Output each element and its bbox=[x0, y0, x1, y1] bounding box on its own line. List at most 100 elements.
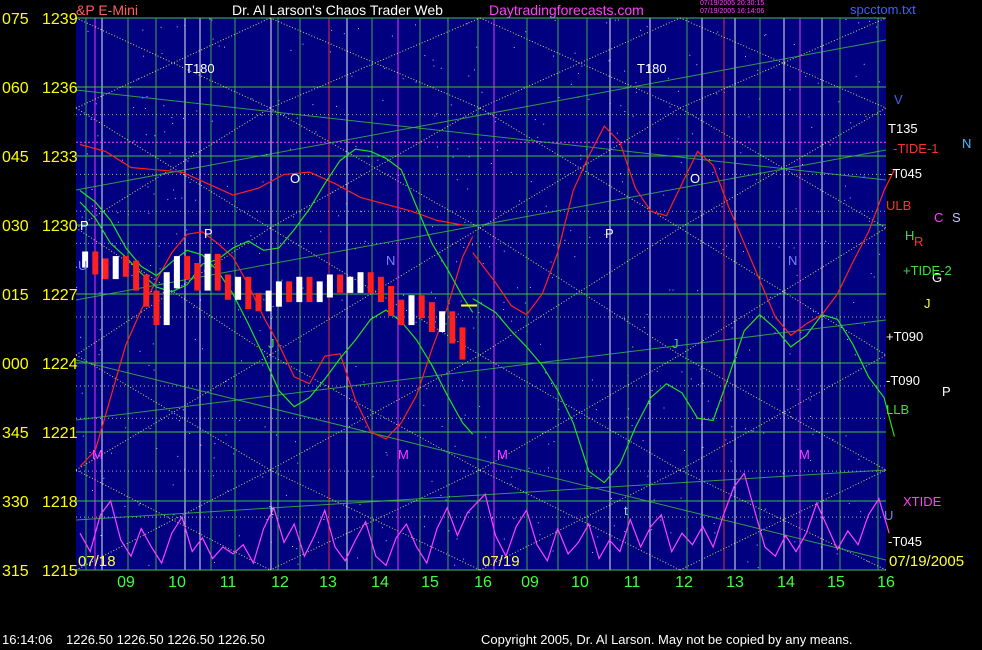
star bbox=[463, 470, 465, 472]
star bbox=[402, 78, 404, 80]
star bbox=[358, 28, 359, 30]
star bbox=[225, 434, 227, 436]
star bbox=[117, 221, 119, 223]
y-price-label: 1224 bbox=[42, 356, 78, 373]
star bbox=[574, 52, 576, 54]
star bbox=[789, 353, 791, 355]
star bbox=[503, 250, 505, 252]
star bbox=[495, 121, 497, 123]
star bbox=[595, 409, 597, 411]
star bbox=[680, 497, 682, 499]
star bbox=[153, 369, 155, 371]
star bbox=[262, 476, 264, 478]
star bbox=[745, 428, 747, 430]
star bbox=[91, 205, 93, 207]
y-price-label: 1236 bbox=[42, 80, 78, 97]
star bbox=[795, 208, 797, 210]
date-label: 07/18 bbox=[78, 553, 116, 570]
star bbox=[153, 193, 155, 195]
star bbox=[179, 420, 181, 422]
star bbox=[577, 72, 579, 74]
star bbox=[125, 427, 127, 429]
star bbox=[696, 64, 698, 66]
star bbox=[860, 511, 862, 513]
star bbox=[855, 75, 857, 77]
star bbox=[677, 138, 679, 140]
site-link[interactable]: Daytradingforecasts.com bbox=[489, 2, 644, 18]
star bbox=[212, 38, 214, 40]
star bbox=[139, 350, 141, 352]
star bbox=[461, 418, 463, 420]
star bbox=[176, 26, 178, 28]
star bbox=[432, 226, 433, 228]
star bbox=[213, 457, 215, 459]
star bbox=[643, 327, 645, 329]
star bbox=[440, 67, 442, 69]
price-bar bbox=[398, 299, 405, 326]
x-tick-label: 13 bbox=[726, 574, 744, 591]
star bbox=[684, 449, 685, 451]
star bbox=[640, 29, 641, 31]
star bbox=[424, 515, 426, 517]
star bbox=[636, 91, 637, 93]
right-label: +TIDE-2 bbox=[903, 263, 952, 278]
y-price-label: 1233 bbox=[42, 149, 78, 166]
star bbox=[76, 266, 77, 268]
price-bar bbox=[296, 276, 303, 303]
price-bar bbox=[92, 251, 99, 275]
star bbox=[415, 321, 417, 323]
price-bar bbox=[428, 302, 435, 332]
star bbox=[133, 107, 135, 109]
star bbox=[539, 534, 541, 536]
price-bar bbox=[204, 253, 211, 291]
star bbox=[672, 289, 674, 291]
marker-letter: N bbox=[962, 136, 971, 151]
star bbox=[391, 35, 393, 37]
star bbox=[474, 69, 475, 71]
star bbox=[296, 117, 298, 119]
y-price-label: 1239 bbox=[42, 11, 78, 28]
star bbox=[481, 91, 483, 93]
star bbox=[647, 475, 649, 477]
y-axis-labels: 075 1239 060 1236 045 1233 030 1230 015 1227 000 12… bbox=[2, 11, 78, 580]
star bbox=[423, 404, 425, 406]
price-bar bbox=[367, 272, 374, 293]
star bbox=[377, 159, 379, 161]
x-tick-label: 16 bbox=[474, 574, 492, 591]
star bbox=[503, 309, 505, 310]
chart-letter: O bbox=[290, 171, 300, 186]
star bbox=[717, 31, 719, 33]
star bbox=[769, 296, 771, 298]
star bbox=[146, 96, 148, 98]
star bbox=[510, 483, 512, 485]
star bbox=[143, 55, 145, 57]
chart-letter: J bbox=[672, 336, 679, 351]
price-bar bbox=[194, 263, 201, 291]
star bbox=[558, 97, 560, 99]
star bbox=[349, 531, 351, 533]
star bbox=[385, 540, 387, 542]
star bbox=[802, 164, 803, 165]
footer-quote: 1226.50 1226.50 1226.50 1226.50 bbox=[66, 632, 265, 647]
right-label: +T090 bbox=[886, 329, 923, 344]
price-bar bbox=[184, 256, 191, 280]
star bbox=[450, 104, 452, 106]
star bbox=[90, 118, 92, 120]
star bbox=[690, 378, 692, 380]
star bbox=[320, 231, 322, 233]
star bbox=[809, 399, 811, 401]
star bbox=[810, 416, 812, 417]
star bbox=[433, 65, 435, 67]
star bbox=[552, 550, 554, 552]
star bbox=[865, 116, 867, 118]
star bbox=[663, 194, 665, 196]
chart-letter: t bbox=[624, 503, 628, 518]
star bbox=[436, 113, 438, 115]
price-bar bbox=[224, 274, 231, 300]
chart-letter: N bbox=[788, 253, 797, 268]
marker-letter: P bbox=[80, 218, 89, 233]
star bbox=[426, 388, 428, 390]
star bbox=[456, 179, 458, 181]
star bbox=[302, 43, 304, 45]
star bbox=[553, 441, 555, 443]
